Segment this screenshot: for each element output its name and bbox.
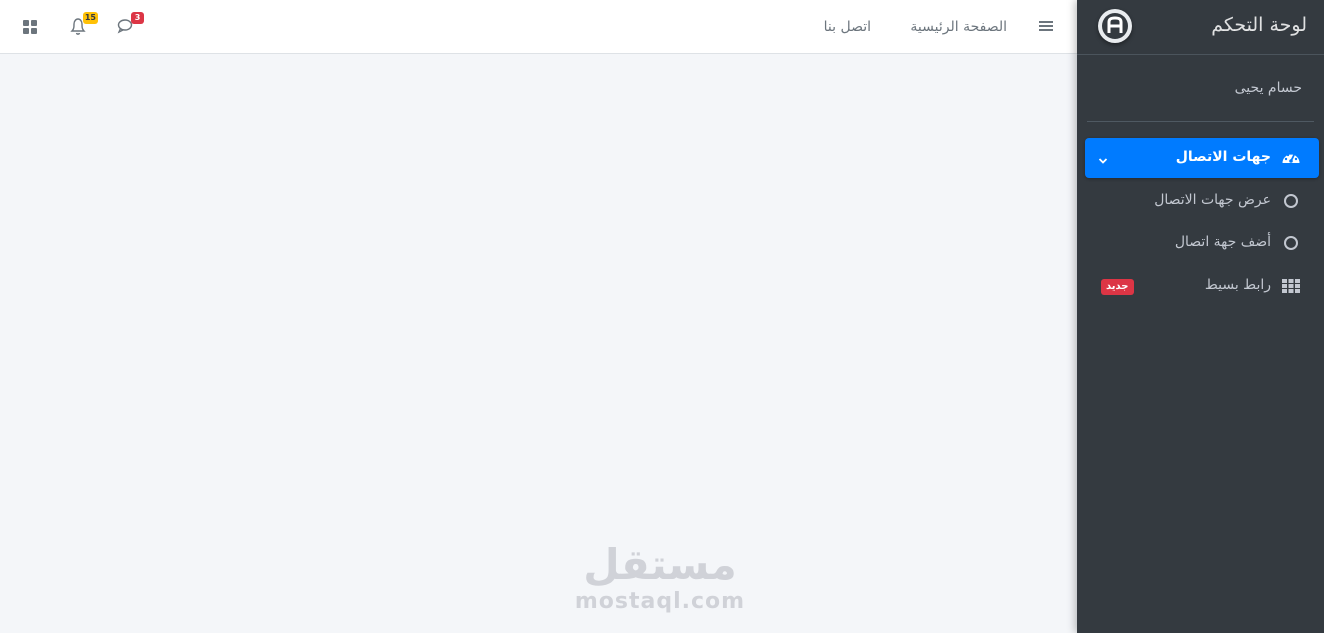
sidebar-subitem-add-contact-label: أضف جهة اتصال bbox=[1174, 234, 1271, 250]
messages-count-badge: 3 bbox=[131, 12, 144, 24]
apps-grid-icon[interactable] bbox=[18, 15, 44, 39]
nav-link-contact-us[interactable]: اتصل بنا bbox=[824, 0, 871, 54]
nav-link-home[interactable]: الصفحة الرئيسية bbox=[910, 0, 1007, 54]
brand-logo-icon bbox=[1098, 9, 1132, 43]
user-name-link[interactable]: حسام يحيى bbox=[1235, 80, 1302, 96]
user-panel: حسام يحيى bbox=[1087, 56, 1314, 122]
messages-comments-icon[interactable]: 3 bbox=[116, 12, 144, 39]
chevron-down-icon bbox=[1097, 152, 1109, 164]
brand-title: لوحة التحكم bbox=[1211, 14, 1307, 36]
app-root: الصفحة الرئيسية اتصل بنا 15 3 لوحة التحك… bbox=[0, 0, 1324, 633]
tachometer-icon bbox=[1281, 149, 1301, 167]
brand-link[interactable]: لوحة التحكم bbox=[1077, 0, 1324, 55]
sidebar-item-contacts-label: جهات الاتصال bbox=[1175, 149, 1271, 165]
sidebar-subitem-view-contacts-label: عرض جهات الاتصال bbox=[1154, 192, 1271, 208]
sidebar-item-simple-link[interactable]: رابط بسيط جديد bbox=[1085, 266, 1319, 306]
circle-outline-icon bbox=[1284, 194, 1298, 208]
sidebar-item-contacts[interactable]: جهات الاتصال bbox=[1085, 138, 1319, 178]
menu-toggle-icon[interactable] bbox=[1039, 19, 1055, 33]
sidebar-subitem-view-contacts[interactable]: عرض جهات الاتصال bbox=[1085, 181, 1319, 221]
watermark: مستقل mostaql.com bbox=[560, 540, 760, 614]
watermark-arabic: مستقل bbox=[583, 540, 737, 589]
circle-outline-icon bbox=[1284, 236, 1298, 250]
new-badge: جديد bbox=[1101, 279, 1134, 295]
sidebar-item-simple-link-label: رابط بسيط bbox=[1204, 277, 1271, 293]
watermark-latin: mostaql.com bbox=[574, 589, 746, 614]
notifications-bell-icon[interactable]: 15 bbox=[68, 12, 98, 39]
main-sidebar: لوحة التحكم حسام يحيى جهات الاتصال عرض ج… bbox=[1077, 0, 1324, 633]
th-grid-icon bbox=[1281, 277, 1301, 295]
notifications-count-badge: 15 bbox=[82, 12, 98, 24]
sidebar-subitem-add-contact[interactable]: أضف جهة اتصال bbox=[1085, 223, 1319, 263]
top-navbar: الصفحة الرئيسية اتصل بنا 15 3 bbox=[0, 0, 1077, 54]
